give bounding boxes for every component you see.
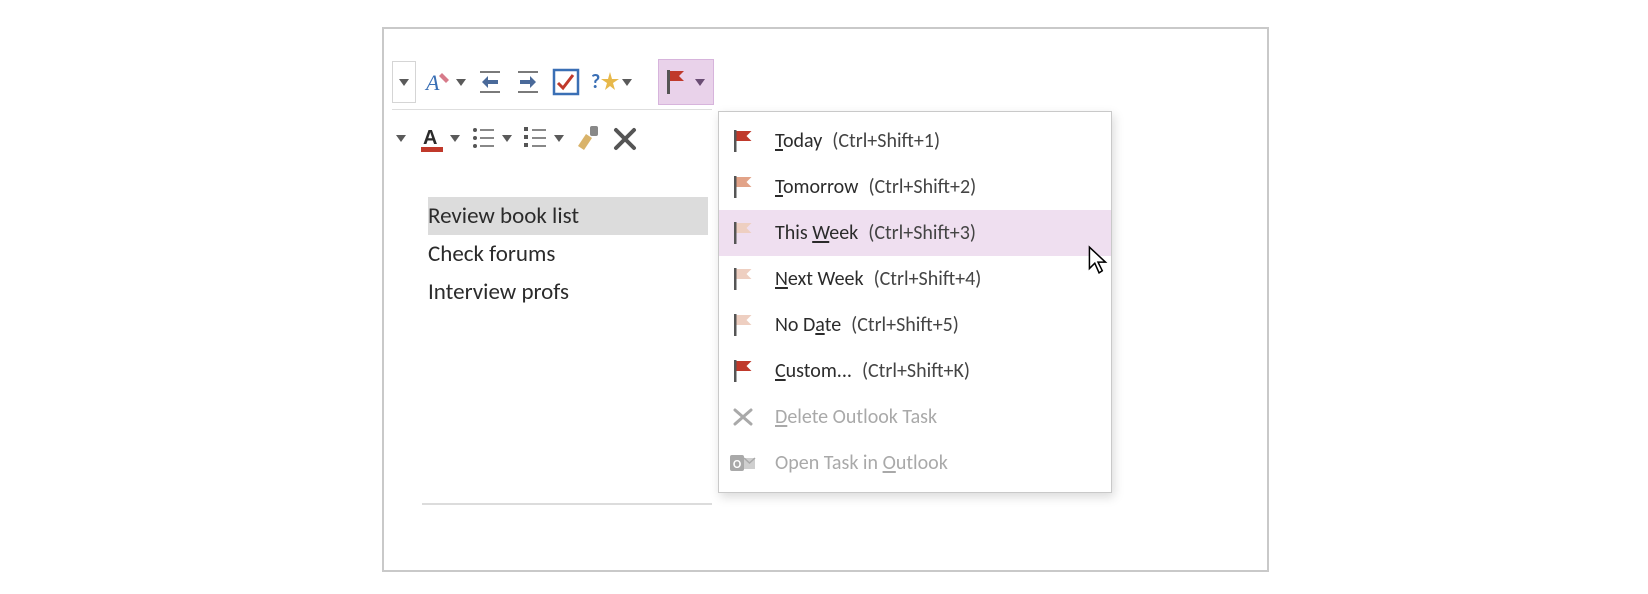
menu-item-today[interactable]: Today (Ctrl+Shift+1) <box>719 118 1111 164</box>
menu-item-custom[interactable]: Custom... (Ctrl+Shift+K) <box>719 348 1111 394</box>
chevron-down-icon <box>502 135 512 142</box>
split-button-prev[interactable] <box>392 61 416 103</box>
menu-item-label: Tomorrow <box>775 175 858 199</box>
menu-item-label: Today <box>775 129 822 153</box>
outlook-icon: O <box>729 449 757 477</box>
flag-icon <box>729 265 757 293</box>
flag-icon <box>729 173 757 201</box>
x-icon <box>729 403 757 431</box>
numbering-icon <box>520 122 552 154</box>
question-star-icon: ? <box>588 66 620 98</box>
menu-item-label: Custom... <box>775 359 852 383</box>
app-window: A <box>382 27 1269 572</box>
menu-item-shortcut: (Ctrl+Shift+1) <box>832 129 940 153</box>
checkbox-icon <box>550 66 582 98</box>
svg-text:A: A <box>423 127 437 149</box>
chevron-down-icon <box>399 79 409 86</box>
svg-text:A: A <box>424 70 440 95</box>
menu-item-label: This Week <box>775 221 858 245</box>
flag-icon <box>729 311 757 339</box>
chevron-down-icon <box>554 135 564 142</box>
flag-icon <box>663 68 687 96</box>
note-body[interactable]: Review book list Check forums Interview … <box>428 197 708 311</box>
paintbrush-icon <box>572 122 604 154</box>
todo-tag-button[interactable] <box>550 62 582 102</box>
note-line[interactable]: Check forums <box>428 235 708 273</box>
bullets-icon <box>468 122 500 154</box>
menu-item-label: Open Task in Outlook <box>775 451 948 475</box>
clear-formatting-button[interactable]: A <box>422 62 468 102</box>
increase-indent-button[interactable] <box>512 62 544 102</box>
decrease-indent-button[interactable] <box>474 62 506 102</box>
ribbon-separator <box>392 109 712 110</box>
menu-item-label: No Date <box>775 313 841 337</box>
bullets-button[interactable] <box>468 118 514 158</box>
flag-icon <box>729 219 757 247</box>
note-container-border <box>422 503 712 505</box>
chevron-down-icon <box>450 135 460 142</box>
chevron-down-icon <box>456 79 466 86</box>
chevron-down-icon <box>695 79 705 86</box>
cursor-icon <box>1087 245 1109 275</box>
menu-item-shortcut: (Ctrl+Shift+K) <box>862 359 970 383</box>
find-tags-button[interactable]: ? <box>588 62 634 102</box>
menu-item-open-task-in-outlook: O Open Task in Outlook <box>719 440 1111 486</box>
format-painter-button[interactable] <box>572 118 604 158</box>
note-line[interactable]: Review book list <box>428 197 708 235</box>
menu-item-label: Next Week <box>775 267 864 291</box>
flag-icon <box>729 357 757 385</box>
menu-item-delete-outlook-task: Delete Outlook Task <box>719 394 1111 440</box>
menu-item-this-week[interactable]: This Week (Ctrl+Shift+3) <box>719 210 1111 256</box>
menu-item-tomorrow[interactable]: Tomorrow (Ctrl+Shift+2) <box>719 164 1111 210</box>
numbering-button[interactable] <box>520 118 566 158</box>
menu-item-shortcut: (Ctrl+Shift+4) <box>874 267 982 291</box>
delete-button[interactable] <box>610 118 642 158</box>
flag-icon <box>729 127 757 155</box>
chevron-down-icon <box>622 79 632 86</box>
menu-item-shortcut: (Ctrl+Shift+5) <box>851 313 959 337</box>
menu-item-next-week[interactable]: Next Week (Ctrl+Shift+4) <box>719 256 1111 302</box>
menu-item-label: Delete Outlook Task <box>775 405 937 429</box>
font-color-button[interactable]: A <box>416 118 462 158</box>
svg-text:?: ? <box>591 70 600 94</box>
font-color-icon: A <box>416 122 448 154</box>
note-line[interactable]: Interview profs <box>428 273 708 311</box>
x-icon <box>610 122 642 154</box>
menu-item-no-date[interactable]: No Date (Ctrl+Shift+5) <box>719 302 1111 348</box>
svg-text:O: O <box>733 458 741 472</box>
clear-formatting-icon: A <box>422 66 454 98</box>
chevron-down-icon <box>396 135 406 142</box>
menu-item-shortcut: (Ctrl+Shift+3) <box>868 221 976 245</box>
outlook-tasks-flag-button[interactable] <box>658 59 714 105</box>
menu-item-shortcut: (Ctrl+Shift+2) <box>868 175 976 199</box>
flag-dropdown-menu: Today (Ctrl+Shift+1) Tomorrow (Ctrl+Shift+2… <box>718 111 1112 493</box>
more-split[interactable] <box>392 118 410 158</box>
decrease-indent-icon <box>474 66 506 98</box>
increase-indent-icon <box>512 66 544 98</box>
